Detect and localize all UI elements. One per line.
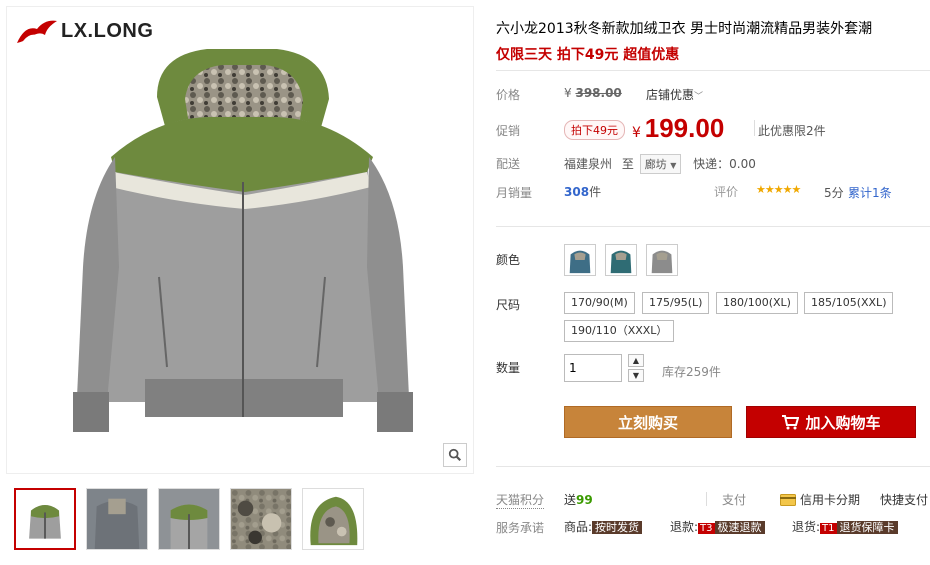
quantity-up-icon[interactable]: ▲ <box>628 354 644 367</box>
divider <box>496 466 930 467</box>
quantity-label: 数量 <box>496 361 521 375</box>
zoom-icon[interactable] <box>443 443 467 467</box>
stock-count: 库存259件 <box>662 365 721 379</box>
divider <box>754 120 755 136</box>
fast-pay[interactable]: 快捷支付 <box>880 491 928 508</box>
service-return[interactable]: 退货: T1 退货保障卡 <box>792 518 898 535</box>
price-label: 价格 <box>496 88 521 102</box>
buy-now-button[interactable]: 立刻购买 <box>564 406 732 438</box>
size-option[interactable]: 170/90(M) <box>564 292 635 314</box>
size-option[interactable]: 190/110（XXXL） <box>564 320 675 342</box>
shipping-fee: 快递：0.00 <box>693 157 756 171</box>
sale-price: ¥ 199.00 <box>632 113 725 143</box>
cart-icon <box>782 415 800 430</box>
color-swatch-gray[interactable] <box>646 244 678 276</box>
product-info-panel: 六小龙2013秋冬新款加绒卫衣 男士时尚潮流精品男装外套潮 仅限三天 拍下49元… <box>496 0 930 565</box>
product-gallery: LX.LONG <box>0 0 476 565</box>
rating-label: 评价 <box>714 185 739 199</box>
points-value: 送99 <box>564 493 593 507</box>
points-label: 天猫积分 <box>496 493 545 509</box>
monthly-sales-label: 月销量 <box>496 186 533 200</box>
rating-score: 5分 <box>824 186 844 200</box>
credit-installment[interactable]: 信用卡分期 <box>780 491 860 508</box>
size-option[interactable]: 185/105(XXL) <box>804 292 894 314</box>
color-swatch-blue[interactable] <box>564 244 596 276</box>
color-label: 颜色 <box>496 253 521 267</box>
add-to-cart-label: 加入购物车 <box>805 413 881 432</box>
jacket-image <box>73 49 413 432</box>
monthly-sales: 308件 <box>564 185 602 199</box>
credit-card-icon <box>780 493 796 506</box>
size-label: 尺码 <box>496 298 521 312</box>
size-option[interactable]: 175/95(L) <box>642 292 710 314</box>
thumbnail[interactable] <box>14 488 76 550</box>
divider <box>496 70 930 71</box>
purchase-limit: 此优惠限2件 <box>758 124 826 138</box>
reviews-link[interactable]: 累计1条 <box>848 184 892 201</box>
original-price: ¥ 398.00 <box>564 86 622 100</box>
dropdown-arrow-icon: ▼ <box>670 161 677 170</box>
chevron-down-icon: ﹀ <box>694 92 704 102</box>
shipping-info: 福建泉州 至 廊坊 ▼ 快递：0.00 <box>564 154 756 174</box>
thumbnail[interactable] <box>230 488 292 550</box>
quantity-down-icon[interactable]: ▼ <box>628 369 644 382</box>
sale-label: 促销 <box>496 124 521 138</box>
add-to-cart-button[interactable]: 加入购物车 <box>746 406 916 438</box>
sale-tag: 拍下49元 <box>564 120 625 140</box>
thumbnail[interactable] <box>302 488 364 550</box>
divider <box>496 226 930 227</box>
service-label: 服务承诺 <box>496 521 545 535</box>
rating-stars: ★★★★★ <box>756 183 801 196</box>
payment-label: 支付 <box>722 493 747 507</box>
product-title: 六小龙2013秋冬新款加绒卫衣 男士时尚潮流精品男装外套潮 <box>496 21 873 37</box>
divider <box>706 492 707 506</box>
size-option[interactable]: 180/100(XL) <box>716 292 798 314</box>
shipping-label: 配送 <box>496 157 521 171</box>
thumbnail-strip <box>14 488 364 550</box>
destination-select[interactable]: 廊坊 ▼ <box>639 154 682 174</box>
shop-discount-dropdown[interactable]: 店铺优惠﹀ <box>646 86 703 103</box>
main-product-image[interactable]: LX.LONG <box>6 6 474 474</box>
color-swatch-teal[interactable] <box>605 244 637 276</box>
service-goods[interactable]: 商品: 按时发货 <box>564 518 643 535</box>
thumbnail[interactable] <box>158 488 220 550</box>
promo-text: 仅限三天 拍下49元 超值优惠 <box>496 47 680 63</box>
service-refund[interactable]: 退款: T3 极速退款 <box>670 518 765 535</box>
thumbnail[interactable] <box>86 488 148 550</box>
quantity-input[interactable] <box>564 354 622 382</box>
